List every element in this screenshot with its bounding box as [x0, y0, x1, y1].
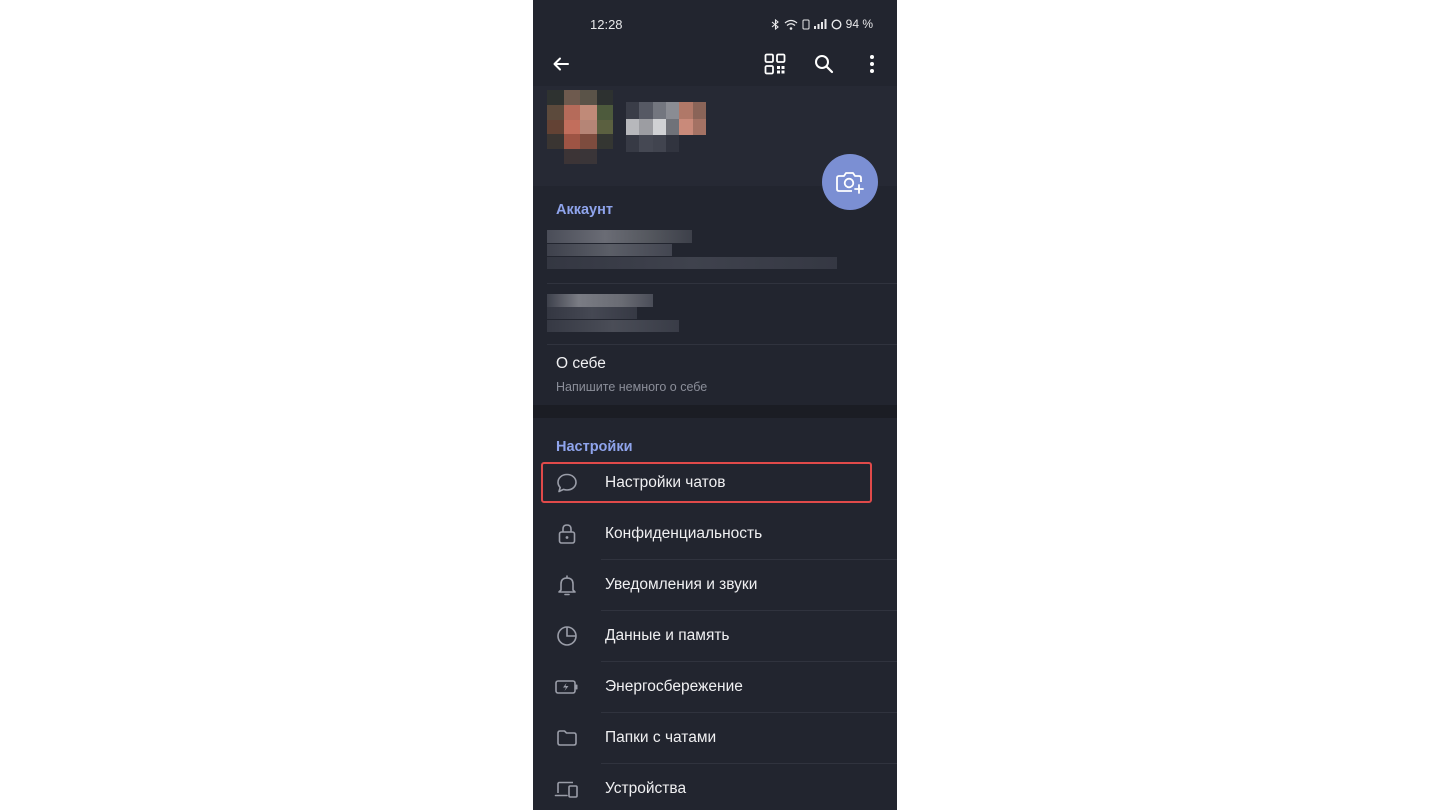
phone-number-blurred-2: [547, 244, 672, 256]
more-vertical-icon: [870, 55, 874, 73]
wifi-icon: [784, 19, 798, 30]
menu-item-devices[interactable]: Устройства: [533, 764, 897, 810]
username-blurred: [547, 294, 653, 307]
phone-screen: 12:28 94 % Аккаунт О себе Напишите немно…: [533, 0, 897, 810]
phone-hint-blurred: [547, 257, 837, 269]
menu-item-power-saving[interactable]: Энергосбережение: [533, 662, 897, 713]
lock-icon: [554, 521, 580, 547]
menu-item-label: Конфиденциальность: [605, 525, 763, 542]
signal-icon: [813, 19, 827, 29]
status-icons: 94 %: [771, 17, 873, 31]
menu-item-notifications[interactable]: Уведомления и звуки: [533, 560, 897, 611]
top-app-bar: [533, 44, 897, 86]
divider: [547, 283, 897, 284]
qr-code-icon: [764, 53, 786, 75]
menu-item-label: Энергосбережение: [605, 678, 743, 695]
battery-charging-icon: [554, 674, 580, 700]
divider: [547, 344, 897, 345]
menu-item-chat-folders[interactable]: Папки с чатами: [533, 713, 897, 764]
more-options-button[interactable]: [858, 50, 886, 78]
menu-item-label: Устройства: [605, 780, 687, 797]
phone-number-blurred: [547, 230, 692, 243]
highlight-box: [541, 462, 872, 503]
set-photo-button[interactable]: [822, 154, 878, 210]
bio-placeholder: Напишите немного о себе: [556, 380, 708, 394]
settings-section-title: Настройки: [556, 439, 633, 455]
avatar[interactable]: [547, 90, 613, 164]
bell-icon: [554, 572, 580, 598]
qr-code-button[interactable]: [761, 50, 789, 78]
menu-item-label: Папки с чатами: [605, 729, 717, 746]
status-bar: 12:28 94 %: [533, 0, 897, 48]
username-hint-blurred-2: [547, 320, 679, 332]
bio-title: О себе: [556, 355, 606, 372]
folder-icon: [554, 725, 580, 751]
pie-chart-icon: [554, 623, 580, 649]
menu-item-label: Данные и память: [605, 627, 730, 644]
username-hint-blurred: [547, 307, 637, 319]
battery-ring-icon: [831, 18, 842, 30]
camera-add-icon: [836, 172, 864, 194]
menu-item-privacy[interactable]: Конфиденциальность: [533, 509, 897, 560]
search-button[interactable]: [810, 50, 838, 78]
battery-level: 94 %: [845, 17, 873, 31]
menu-item-label: Уведомления и звуки: [605, 576, 758, 593]
bluetooth-icon: [771, 18, 779, 30]
account-section-title: Аккаунт: [556, 202, 613, 218]
arrow-left-icon: [553, 57, 569, 71]
menu-item-data-storage[interactable]: Данные и память: [533, 611, 897, 662]
devices-icon: [554, 776, 580, 802]
back-button[interactable]: [547, 50, 575, 78]
sim-icon: [802, 19, 810, 29]
status-time: 12:28: [590, 17, 623, 32]
section-gap: [533, 405, 897, 418]
profile-name-blurred: [626, 102, 706, 152]
search-icon: [815, 55, 834, 74]
